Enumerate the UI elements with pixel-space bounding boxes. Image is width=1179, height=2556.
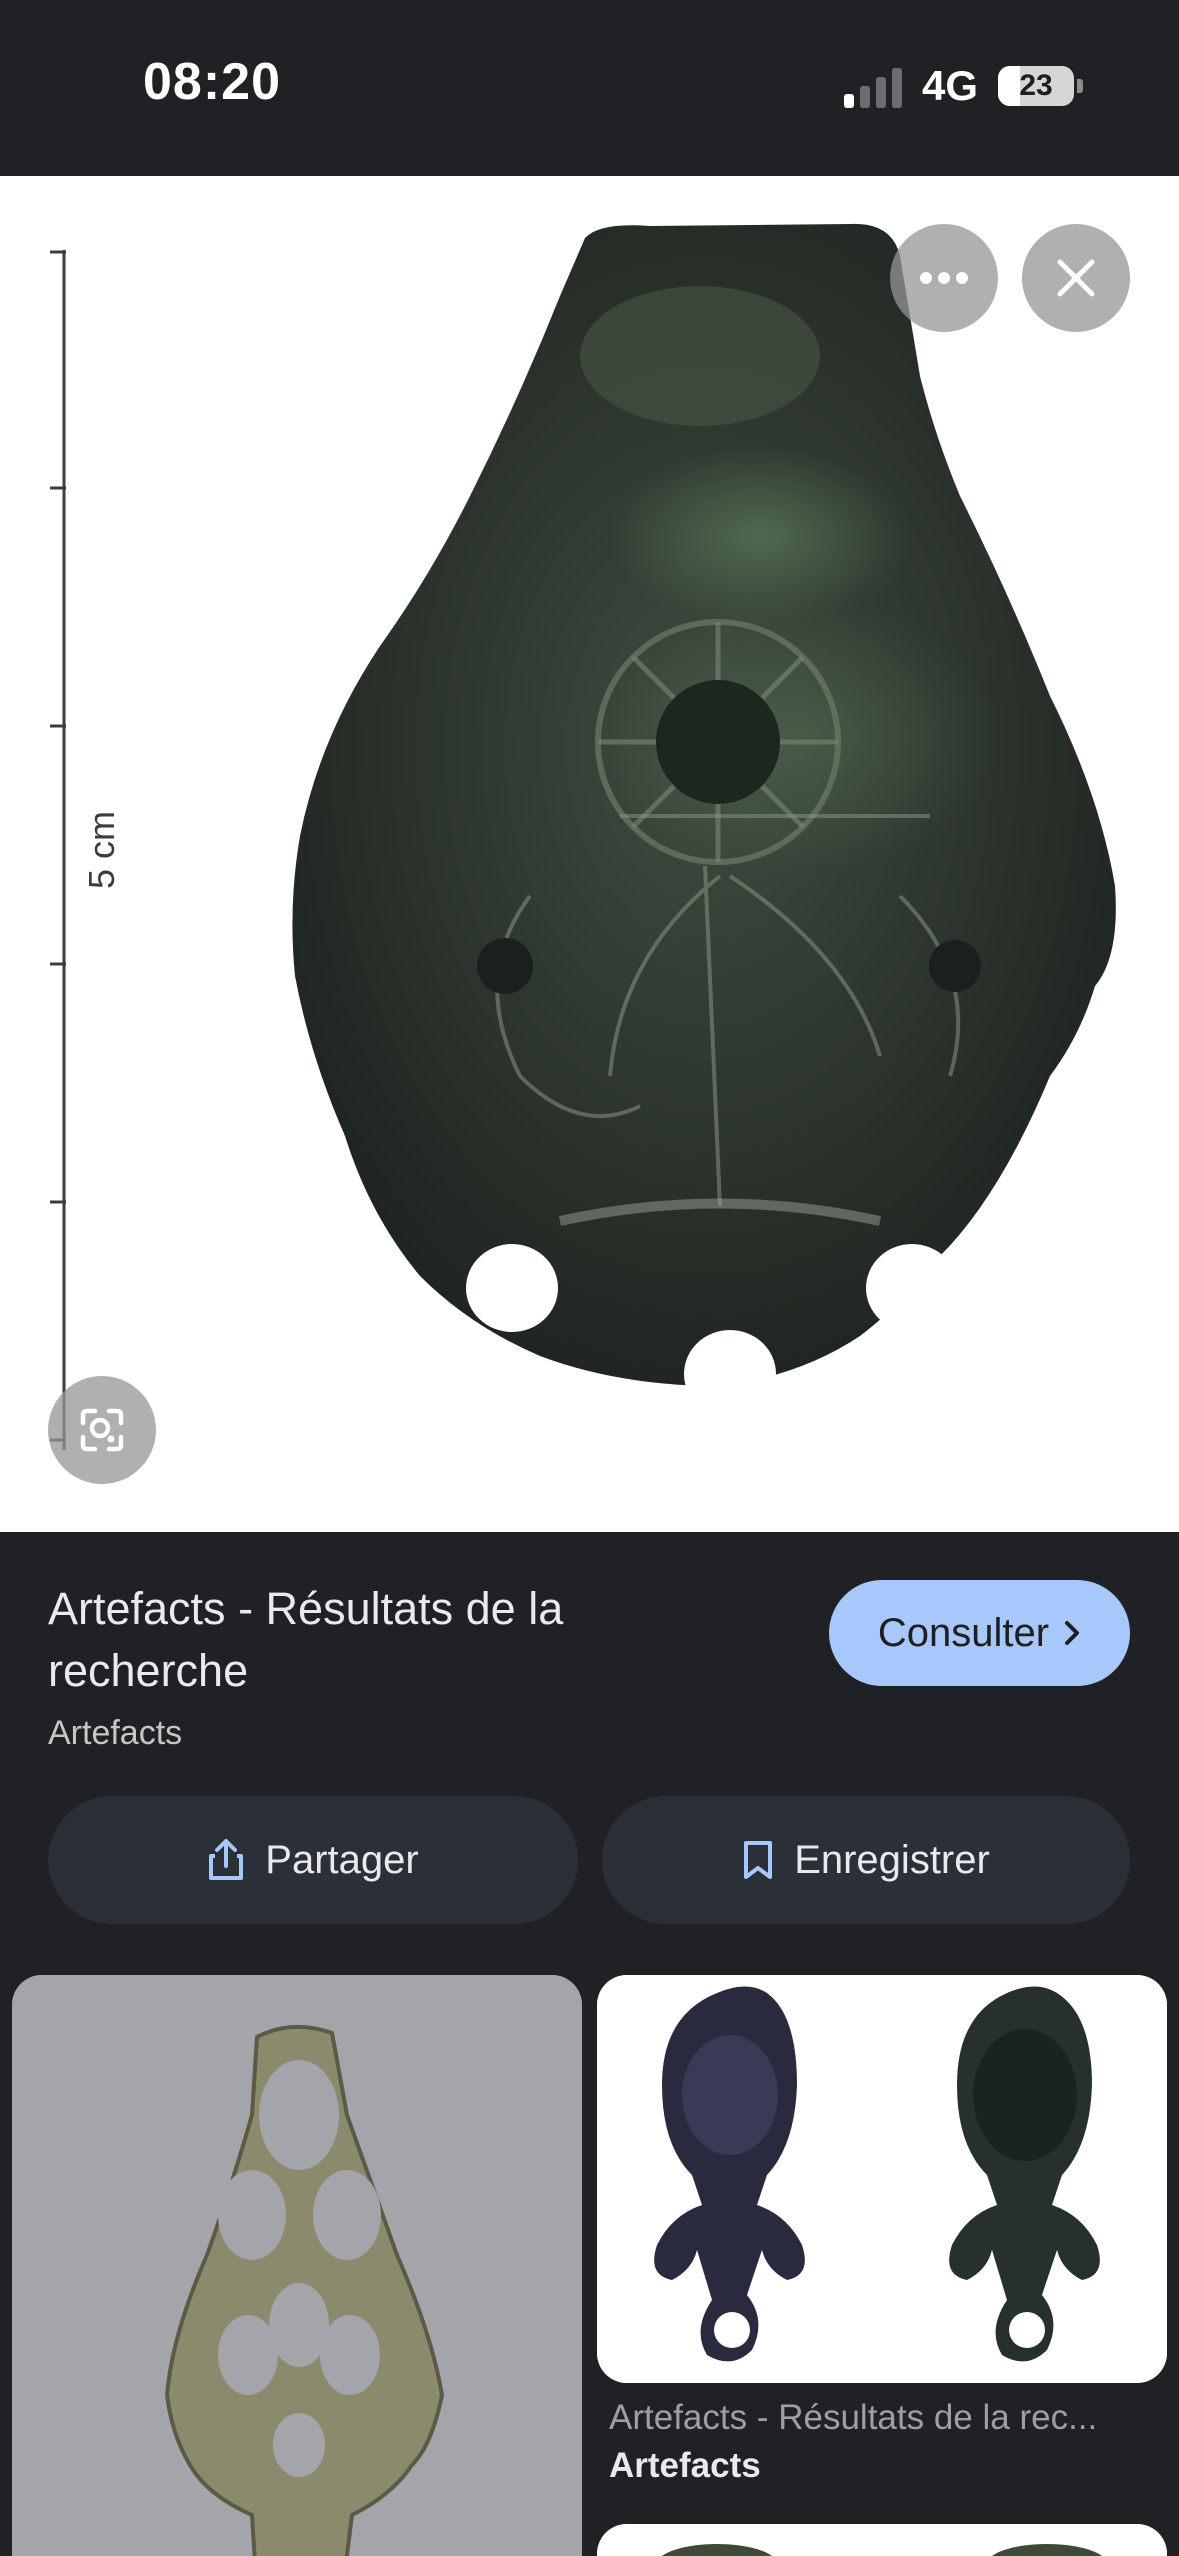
share-icon xyxy=(209,1839,244,1880)
scale-label: 5 cm xyxy=(81,811,120,889)
save-button-label: Enregistrer xyxy=(794,1837,990,1882)
more-horizontal-icon xyxy=(920,272,968,284)
cellular-signal-icon xyxy=(844,66,904,108)
battery-level: 23 xyxy=(1019,69,1053,102)
google-lens-icon xyxy=(80,1408,124,1452)
mount-photo xyxy=(597,1975,1167,2383)
related-source-2: Artefacts xyxy=(609,2446,761,2485)
related-image-card-2[interactable] xyxy=(597,1975,1167,2383)
result-source: Artefacts xyxy=(48,1714,183,1752)
close-button[interactable] xyxy=(1022,224,1130,332)
more-options-button[interactable] xyxy=(890,224,998,332)
battery-icon: 23 xyxy=(998,66,1074,106)
save-button[interactable]: Enregistrer xyxy=(602,1796,1130,1924)
close-icon xyxy=(1057,259,1095,297)
related-photo-3 xyxy=(597,2524,1167,2556)
network-type: 4G xyxy=(922,62,979,109)
artifact-photo xyxy=(292,223,1116,1418)
bookmark-icon xyxy=(744,1841,773,1879)
chevron-right-icon xyxy=(1065,1621,1080,1645)
result-title[interactable]: Artefacts - Résultats de la recherche xyxy=(48,1578,608,1702)
main-image[interactable]: 5 cm xyxy=(0,176,1179,1532)
share-button[interactable]: Partager xyxy=(48,1796,578,1924)
status-bar: 08:20 4G 23 xyxy=(0,0,1179,176)
scale-ruler: 5 cm xyxy=(50,250,120,1450)
share-button-label: Partager xyxy=(265,1837,419,1882)
related-image-card-3[interactable] xyxy=(597,2524,1167,2556)
visit-button[interactable]: Consulter xyxy=(829,1580,1130,1686)
visit-button-label: Consulter xyxy=(877,1610,1050,1655)
result-info-panel: Artefacts - Résultats de la recherche Ar… xyxy=(0,1532,1179,1972)
lens-search-button[interactable] xyxy=(48,1376,156,1484)
related-image-card-1[interactable] xyxy=(12,1975,582,2556)
status-time: 08:20 xyxy=(143,53,281,111)
buckle-photo xyxy=(12,1975,582,2556)
related-title-2[interactable]: Artefacts - Résultats de la rec... xyxy=(609,2398,1169,2438)
